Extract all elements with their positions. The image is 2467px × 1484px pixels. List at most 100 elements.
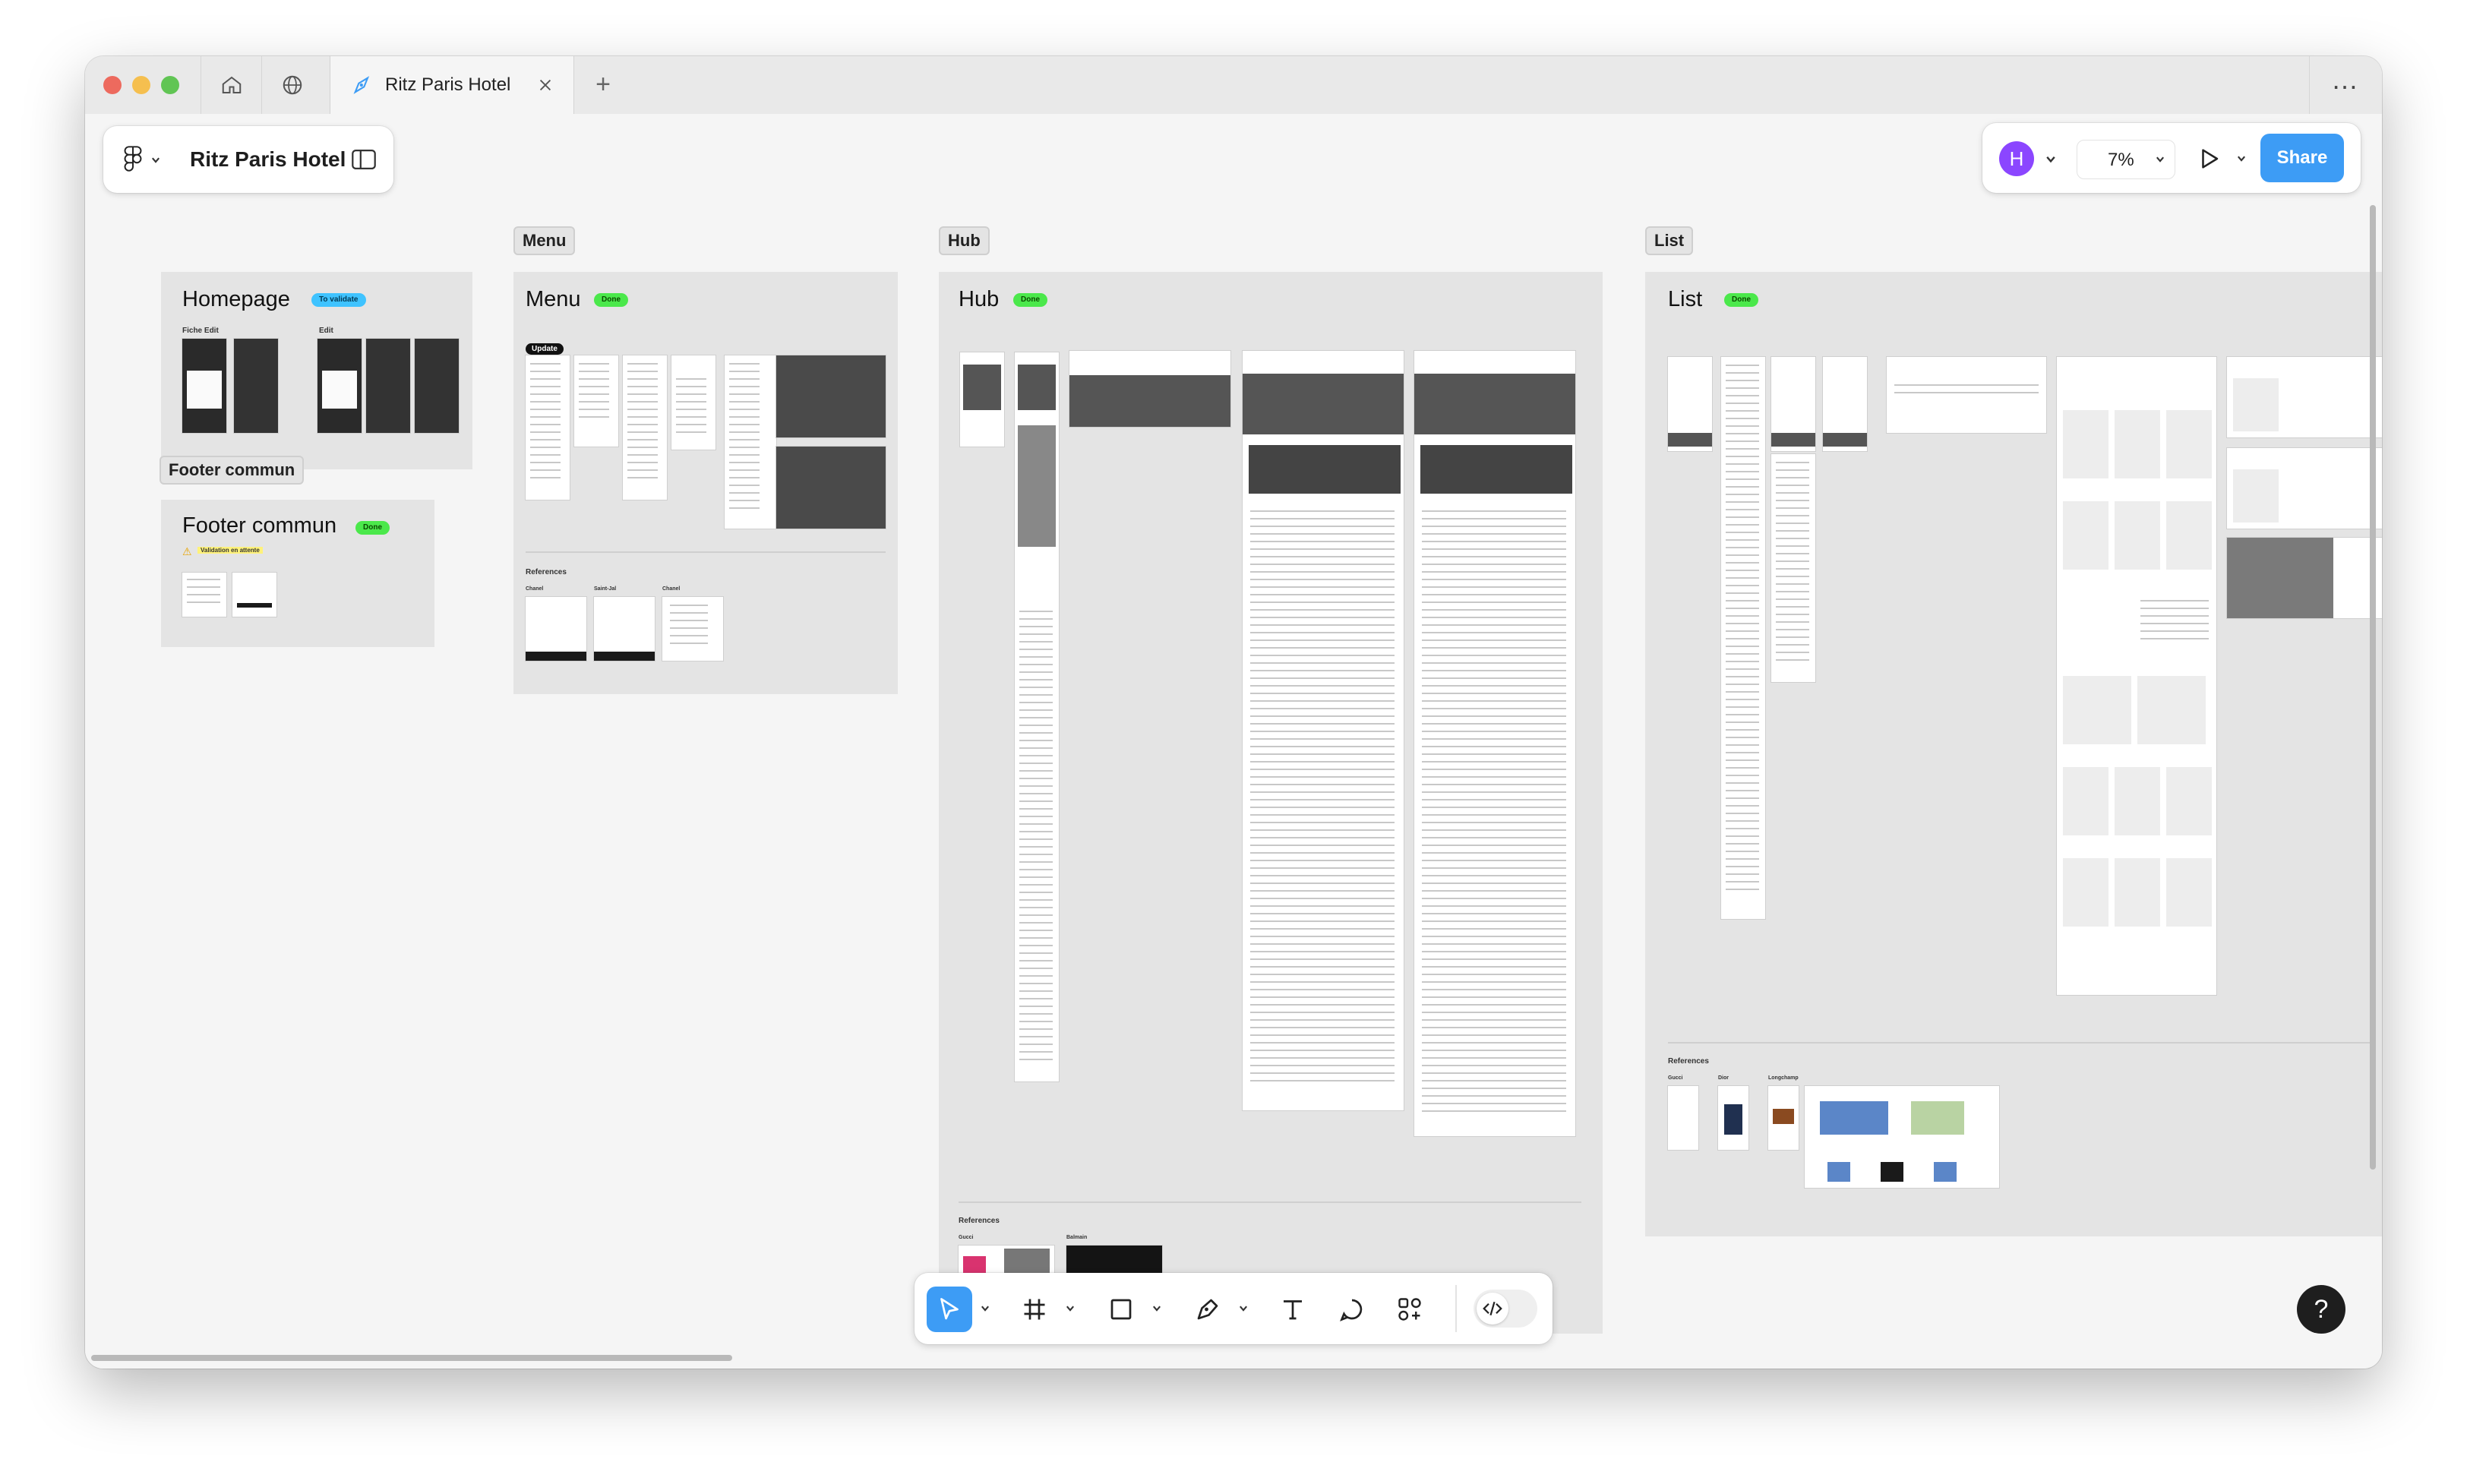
footer-frame[interactable] (182, 573, 226, 617)
reference-image[interactable] (526, 597, 586, 661)
homepage-frame[interactable] (182, 339, 226, 433)
main-menu-button[interactable] (123, 143, 169, 176)
menu-frame[interactable] (623, 355, 667, 500)
section-footer-commun[interactable]: Footer commun Done ⚠ Validation en atten… (161, 500, 434, 647)
chevron-down-icon[interactable] (1065, 1303, 1076, 1314)
section-homepage[interactable]: Homepage To validate Fiche Edit Edit (161, 272, 472, 469)
actions-tool[interactable] (1387, 1287, 1433, 1332)
footer-frame[interactable] (232, 573, 276, 617)
list-frame[interactable] (1887, 357, 2046, 433)
present-play-icon[interactable] (2197, 146, 2222, 172)
hub-frame[interactable] (1069, 351, 1230, 427)
chevron-down-icon[interactable] (2236, 153, 2247, 164)
frame-label-hub[interactable]: Hub (939, 226, 990, 255)
vertical-scrollbar[interactable] (2370, 205, 2376, 1170)
shape-tool[interactable] (1098, 1287, 1144, 1332)
minimize-window-button[interactable] (132, 76, 150, 94)
divider (959, 1201, 1581, 1203)
status-badge-homepage: To validate (311, 293, 366, 307)
homepage-sub-label-b: Edit (319, 327, 333, 335)
frame-label-list[interactable]: List (1645, 226, 1694, 255)
reference-image[interactable] (594, 597, 655, 661)
hub-frame[interactable] (1243, 351, 1404, 1110)
menu-frame[interactable] (574, 355, 618, 447)
list-frame[interactable] (1721, 357, 1765, 919)
maximize-window-button[interactable] (161, 76, 179, 94)
homepage-frame[interactable] (317, 339, 362, 433)
section-list[interactable]: List Done References Gucci Dior Longcham… (1645, 272, 2382, 1236)
community-tab-button[interactable] (261, 56, 323, 114)
list-frame[interactable] (2227, 357, 2382, 437)
tab-title: Ritz Paris Hotel (385, 74, 511, 95)
zoom-control[interactable]: 7% (2077, 140, 2175, 179)
more-options-button[interactable]: … (2309, 56, 2382, 114)
hub-frame[interactable] (1414, 351, 1575, 1136)
reference-image[interactable] (1768, 1086, 1799, 1150)
list-frame[interactable] (2227, 448, 2382, 529)
ref-label-hub-a: Gucci (959, 1235, 974, 1240)
menu-frame[interactable] (671, 355, 715, 450)
share-button[interactable]: Share (2260, 134, 2344, 182)
close-window-button[interactable] (103, 76, 122, 94)
design-canvas[interactable]: Homepage To validate Fiche Edit Edit Foo… (85, 114, 2382, 1369)
divider (526, 551, 886, 553)
code-icon (1483, 1301, 1502, 1316)
frame-tool[interactable] (1012, 1287, 1057, 1332)
section-title-homepage: Homepage (182, 287, 290, 311)
reference-image[interactable] (1805, 1086, 1999, 1188)
list-frame[interactable] (2227, 538, 2382, 618)
chevron-down-icon[interactable] (1238, 1303, 1249, 1314)
chevron-down-icon[interactable] (1151, 1303, 1162, 1314)
list-frame[interactable] (1771, 357, 1815, 451)
list-frame[interactable] (1668, 357, 1712, 451)
new-tab-button[interactable]: + (585, 67, 621, 103)
pen-tool[interactable] (1185, 1287, 1230, 1332)
reference-image[interactable] (1668, 1086, 1698, 1150)
sidebar-toggle-icon[interactable] (351, 149, 377, 170)
menu-frame[interactable] (725, 355, 776, 529)
list-frame[interactable] (1771, 454, 1815, 682)
toolbar-divider (1455, 1285, 1457, 1332)
homepage-frame[interactable] (366, 339, 410, 433)
section-title-hub: Hub (959, 287, 1000, 311)
frame-label-footer[interactable]: Footer commun (160, 456, 305, 485)
text-tool[interactable] (1270, 1287, 1316, 1332)
horizontal-scrollbar[interactable] (91, 1355, 732, 1361)
status-badge-list: Done (1724, 293, 1758, 307)
help-button[interactable]: ? (2297, 1285, 2345, 1334)
globe-icon (283, 75, 302, 95)
frame-label-menu[interactable]: Menu (513, 226, 576, 255)
move-tool[interactable] (927, 1287, 972, 1332)
avatar[interactable]: H (1999, 141, 2034, 176)
chevron-down-icon[interactable] (2045, 153, 2057, 166)
references-label-hub: References (959, 1217, 1000, 1225)
ref-label-list-b: Dior (1718, 1075, 1729, 1081)
status-badge-footer: Done (355, 521, 390, 535)
references-label-menu: References (526, 568, 567, 576)
comment-icon (1340, 1299, 1363, 1321)
frame-icon (1024, 1299, 1045, 1320)
list-frame[interactable] (2057, 357, 2216, 995)
hub-frame[interactable] (960, 352, 1004, 447)
homepage-frame[interactable] (415, 339, 459, 433)
reference-image[interactable] (662, 597, 723, 661)
status-badge-hub: Done (1013, 293, 1047, 307)
chevron-down-icon[interactable] (980, 1303, 990, 1314)
section-hub[interactable]: Hub Done References Gucci Balmain (939, 272, 1603, 1334)
comment-tool[interactable] (1329, 1287, 1375, 1332)
reference-image[interactable] (1718, 1086, 1748, 1150)
hub-frame[interactable] (1015, 352, 1059, 1081)
tab-ritz-paris-hotel[interactable]: Ritz Paris Hotel (330, 56, 574, 115)
dev-mode-toggle[interactable] (1474, 1290, 1537, 1328)
file-name[interactable]: Ritz Paris Hotel (190, 147, 346, 172)
menu-frame[interactable] (776, 355, 886, 437)
menu-frame[interactable] (526, 355, 570, 500)
home-tab-button[interactable] (201, 56, 262, 114)
list-frame[interactable] (1823, 357, 1867, 451)
more-icon: … (2331, 64, 2358, 95)
section-menu[interactable]: Menu Done Update References Chanel Saint… (513, 272, 898, 694)
homepage-frame[interactable] (234, 339, 278, 433)
menu-frame[interactable] (776, 447, 886, 529)
close-tab-icon[interactable] (537, 77, 554, 93)
pen-icon (1197, 1299, 1218, 1320)
